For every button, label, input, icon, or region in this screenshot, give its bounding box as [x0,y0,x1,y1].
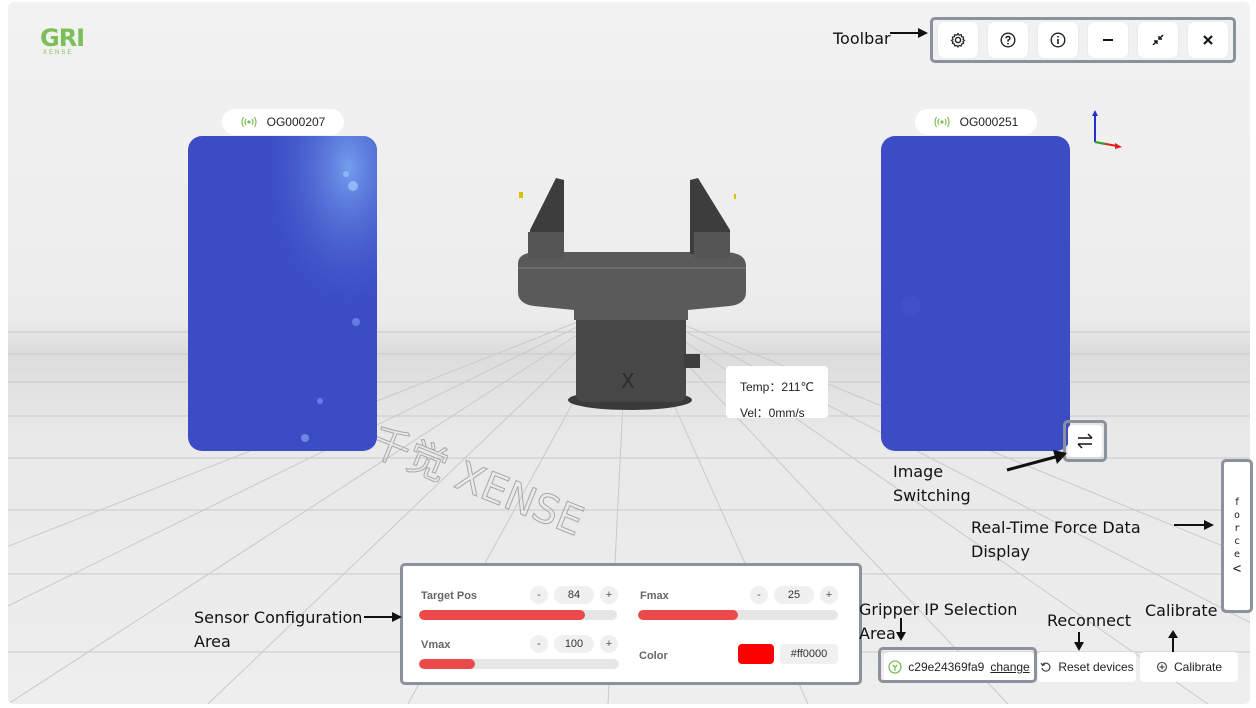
annotation-reconnect: Reconnect [1047,611,1132,630]
vmax-label: Vmax [421,639,451,651]
sensor-label-left: OG000207 [222,109,344,135]
color-hex-input[interactable]: #ff0000 [780,644,838,664]
arrow-image-switching [1006,450,1067,472]
vmax-value[interactable]: 100 [554,635,594,653]
velocity-readout: Vel：0mm/s [740,406,805,420]
target-pos-increment[interactable]: + [600,586,618,604]
annotation-gripper-ip: Gripper IP Selection Area [859,600,1018,643]
gri-logo: GRI XENSE [40,24,85,56]
annotation-force-display: Real-Time Force Data Display [971,518,1141,561]
toolbar [930,17,1236,63]
fmax-value[interactable]: 25 [774,586,814,604]
minimize-icon [1103,39,1113,41]
fmax-increment[interactable]: + [820,586,838,604]
signal-icon [888,660,902,674]
force-tab[interactable]: f o r c e < [1224,462,1250,610]
temperature-readout: Temp：211℃ [740,380,814,394]
force-label-char: r [1233,523,1241,534]
gripper-ip-value: c29e24369fa9 [908,660,985,674]
settings-button[interactable] [938,22,978,58]
force-label-char: c [1233,536,1241,547]
arrow-toolbar [890,28,928,38]
fmax-label: Fmax [640,590,669,602]
fmax-decrement[interactable]: - [750,586,768,604]
fmax-slider[interactable] [638,610,838,620]
gear-icon [950,32,966,48]
color-label: Color [639,650,668,662]
floor-watermark: 千觉 XENSE [363,418,590,545]
vmax-decrement[interactable]: - [530,635,548,653]
annotation-sensor-config: Sensor Configuration Area [194,608,363,651]
vmax-increment[interactable]: + [600,635,618,653]
arrow-reconnect [1074,632,1084,651]
help-icon [1000,32,1016,48]
arrow-force-display [1174,520,1214,530]
calibrate-label: Calibrate [1173,660,1223,674]
vmax-slider[interactable] [419,659,619,669]
target-pos-value[interactable]: 84 [554,586,594,604]
sensor-config-panel: Target Pos - 84 + Fmax - 25 + Vmax - 100… [403,566,859,682]
sensor-label-right: OG000251 [915,109,1037,135]
vmax-slider-fill [419,659,475,669]
image-switch-button[interactable] [1068,425,1102,457]
target-pos-slider[interactable] [419,610,617,620]
close-button[interactable] [1188,22,1228,58]
svg-text:X: X [621,369,635,393]
vmax-stepper: - 100 + [530,635,618,653]
sensor-id-left: OG000207 [266,115,326,129]
chevron-left-icon: < [1232,561,1242,577]
force-label-char: o [1233,510,1241,521]
sensor-image-left[interactable] [188,136,377,451]
info-button[interactable] [1038,22,1078,58]
crosshair-icon [1156,661,1168,673]
info-icon [1050,32,1066,48]
reset-icon [1040,662,1051,672]
sensor-image-right[interactable] [881,136,1070,451]
fmax-slider-fill [638,610,738,620]
target-pos-label: Target Pos [421,590,478,602]
arrow-sensor-config [364,612,402,622]
sensor-id-right: OG000251 [959,115,1019,129]
gripper-ip-selector[interactable]: c29e24369fa9 change [884,652,1034,682]
color-swatch[interactable] [738,644,774,664]
help-button[interactable] [988,22,1028,58]
change-ip-link[interactable]: change [990,660,1029,674]
minimize-button[interactable] [1088,22,1128,58]
target-pos-slider-fill [419,610,586,620]
gripper-status-box: Temp：211℃ Vel：0mm/s [726,366,828,420]
collapse-button[interactable] [1138,22,1178,58]
target-pos-stepper: - 84 + [530,586,618,604]
axis-gizmo [1092,110,1122,149]
force-label-char: f [1233,497,1241,508]
collapse-icon [1152,34,1164,46]
force-label-char: e [1233,549,1241,560]
reset-devices-label: Reset devices [1058,660,1134,674]
signal-icon [241,116,257,128]
annotation-image-switching: Image Switching [893,462,971,505]
target-pos-decrement[interactable]: - [530,586,548,604]
swap-icon [1077,433,1093,449]
annotation-calibrate: Calibrate [1145,601,1218,620]
logo-text: GRI [40,24,85,52]
arrow-gripper-ip [896,618,906,641]
arrow-calibrate [1168,630,1178,652]
signal-icon [934,116,950,128]
annotation-toolbar: Toolbar [833,29,891,48]
reset-devices-button[interactable]: Reset devices [1038,652,1136,682]
fmax-stepper: - 25 + [750,586,838,604]
close-icon [1203,35,1213,45]
calibrate-button[interactable]: Calibrate [1140,652,1238,682]
